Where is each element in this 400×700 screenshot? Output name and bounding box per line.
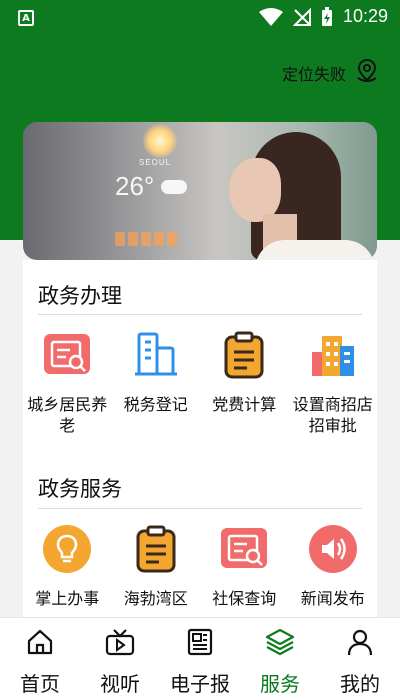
nav-item-home[interactable]: 首页 (0, 618, 80, 700)
bottom-navigation: 首页 视听 电子报 服务 我的 (0, 617, 400, 700)
nav-item-label: 服务 (260, 672, 300, 696)
status-bar: A 10:29 (0, 0, 400, 36)
nav-item-label: 视听 (100, 672, 140, 696)
banner-weather-bars (115, 232, 177, 246)
battery-charging-icon (321, 6, 333, 27)
service-item-mobile-affairs[interactable]: 掌上办事 (23, 524, 112, 609)
nav-item-video[interactable]: 视听 (80, 618, 160, 700)
section-title-government-affairs: 政务办理 (38, 284, 122, 308)
services-card: 政务办理 城乡居民养老 税务登记 党费计算 设置商招店招审批 政务服务 掌上办事… (23, 260, 377, 620)
video-icon (105, 628, 135, 656)
wifi-icon (258, 7, 283, 26)
nav-item-label: 电子报 (170, 672, 230, 696)
government-services-grid: 掌上办事 海勃湾区 社保查询 新闻发布 (23, 524, 377, 609)
clipboard-icon (219, 330, 269, 380)
service-item-label: 新闻发布 (300, 589, 365, 608)
banner-person-shoulder (255, 240, 375, 260)
service-item-shop-sign-approval[interactable]: 设置商招店招审批 (289, 330, 378, 436)
person-icon (346, 628, 374, 656)
document-search-icon (42, 330, 92, 380)
banner-weather-overlay: SEOUL 26° (115, 158, 187, 246)
service-item-label: 城乡居民养老 (27, 395, 108, 435)
lightbulb-icon (42, 524, 92, 574)
service-item-label: 海勃湾区 (123, 589, 188, 608)
sim-indicator-icon: A (18, 10, 34, 26)
service-item-social-security-query[interactable]: 社保查询 (200, 524, 289, 609)
nav-item-services[interactable]: 服务 (240, 618, 320, 700)
nav-item-profile[interactable]: 我的 (320, 618, 400, 700)
location-label: 定位失败 (281, 65, 346, 84)
service-item-haibowan-district[interactable]: 海勃湾区 (112, 524, 201, 609)
service-item-label: 设置商招店招审批 (292, 395, 373, 435)
service-item-news-release[interactable]: 新闻发布 (289, 524, 378, 609)
service-item-label: 党费计算 (212, 395, 277, 414)
cloud-icon (161, 180, 187, 194)
document-search-icon (219, 524, 269, 574)
banner-person-face (229, 158, 281, 222)
nav-item-e-newspaper[interactable]: 电子报 (160, 618, 240, 700)
section-divider (38, 314, 362, 315)
service-item-tax-registration[interactable]: 税务登记 (112, 330, 201, 436)
location-button[interactable]: 定位失败 (282, 58, 380, 88)
location-pin-icon (354, 58, 380, 88)
banner-light (143, 124, 177, 158)
service-item-label: 社保查询 (212, 589, 277, 608)
clipboard-icon (131, 524, 181, 574)
speaker-icon (308, 524, 358, 574)
nav-item-label: 首页 (20, 672, 60, 696)
government-affairs-grid: 城乡居民养老 税务登记 党费计算 设置商招店招审批 (23, 330, 377, 436)
banner-image[interactable]: SEOUL 26° (23, 122, 377, 260)
service-item-rural-pension[interactable]: 城乡居民养老 (23, 330, 112, 436)
status-clock: 10:29 (342, 6, 388, 26)
no-signal-icon (292, 7, 311, 26)
home-icon (26, 628, 54, 656)
layers-icon (265, 628, 295, 656)
nav-item-label: 我的 (340, 672, 380, 696)
building-icon (131, 330, 181, 380)
service-item-label: 税务登记 (123, 395, 188, 414)
service-item-label: 掌上办事 (35, 589, 100, 608)
section-title-government-services: 政务服务 (38, 477, 122, 501)
city-buildings-icon (308, 330, 358, 380)
banner-weather-city: SEOUL (139, 158, 172, 167)
service-item-party-fee[interactable]: 党费计算 (200, 330, 289, 436)
section-divider (38, 508, 362, 509)
newspaper-icon (186, 628, 214, 656)
